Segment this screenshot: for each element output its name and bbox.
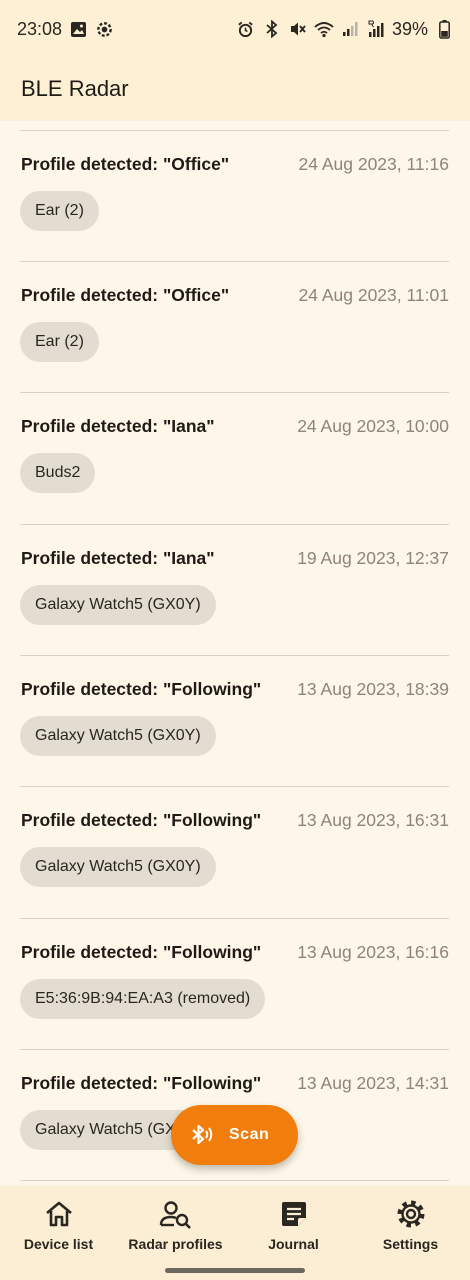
settings-sync-icon bbox=[94, 19, 114, 39]
device-chip[interactable]: Buds2 bbox=[20, 453, 96, 493]
nav-label: Journal bbox=[268, 1236, 319, 1252]
entry-date: 13 Aug 2023, 16:31 bbox=[297, 810, 449, 830]
signal-icon bbox=[340, 19, 360, 39]
battery-percent: 39% bbox=[391, 18, 428, 39]
gesture-bar[interactable] bbox=[165, 1268, 305, 1273]
entry-date: 24 Aug 2023, 11:16 bbox=[298, 154, 449, 174]
journal-list[interactable]: Profile detected: "Office" 24 Aug 2023, … bbox=[0, 120, 470, 1186]
entry-title: Profile detected: "Following" bbox=[21, 679, 262, 699]
mute-icon bbox=[288, 19, 308, 39]
status-left: 23:08 bbox=[17, 19, 114, 40]
bluetooth-icon bbox=[262, 19, 282, 39]
journal-entry[interactable]: Profile detected: "Following" 13 Aug 202… bbox=[20, 918, 449, 1049]
nav-label: Device list bbox=[23, 1236, 94, 1252]
home-icon bbox=[43, 1196, 75, 1232]
device-chip[interactable]: Ear (2) bbox=[20, 191, 99, 231]
entry-title: Profile detected: "Office" bbox=[21, 154, 230, 174]
image-icon bbox=[68, 19, 88, 39]
nav-radar-profiles[interactable]: Radar profiles bbox=[117, 1196, 234, 1258]
app-bar: BLE Radar bbox=[0, 58, 470, 120]
entry-date: 13 Aug 2023, 14:31 bbox=[297, 1073, 449, 1093]
journal-entry[interactable]: Profile detected: "Following" 13 Aug 202… bbox=[20, 786, 449, 917]
nav-label: Settings bbox=[382, 1236, 439, 1252]
status-right: 39% bbox=[236, 19, 454, 40]
notes-icon bbox=[278, 1196, 310, 1232]
gear-icon bbox=[394, 1196, 428, 1232]
nav-label: Radar profiles bbox=[128, 1236, 223, 1252]
entry-date: 24 Aug 2023, 11:01 bbox=[298, 285, 449, 305]
bluetooth-searching-icon bbox=[189, 1122, 215, 1148]
entry-title: Profile detected: "Following" bbox=[21, 1073, 262, 1093]
battery-icon bbox=[434, 19, 454, 39]
entry-title: Profile detected: "Office" bbox=[21, 285, 230, 305]
nav-device-list[interactable]: Device list bbox=[0, 1196, 117, 1258]
journal-entry[interactable]: Profile detected: "Following" 13 Aug 202… bbox=[20, 655, 449, 786]
status-bar: 23:08 39% bbox=[0, 0, 470, 58]
device-chip[interactable]: Galaxy Watch5 (GX0Y) bbox=[20, 847, 216, 887]
entry-date: 13 Aug 2023, 18:39 bbox=[297, 679, 449, 699]
wifi-icon bbox=[314, 19, 334, 39]
nav-settings[interactable]: Settings bbox=[352, 1196, 469, 1258]
journal-entry[interactable]: Profile detected: "Office" 24 Aug 2023, … bbox=[20, 130, 449, 261]
journal-entry[interactable]: Profile detected: "Iana" 24 Aug 2023, 10… bbox=[20, 392, 449, 523]
entry-date: 24 Aug 2023, 10:00 bbox=[297, 416, 449, 436]
entry-title: Profile detected: "Iana" bbox=[21, 548, 215, 568]
bottom-nav: Device list Radar profiles Journal Setti… bbox=[0, 1186, 470, 1280]
device-chip[interactable]: Ear (2) bbox=[20, 322, 99, 362]
person-search-icon bbox=[159, 1196, 193, 1232]
journal-entry[interactable]: Profile detected: "Office" 24 Aug 2023, … bbox=[20, 261, 449, 392]
device-chip[interactable]: E5:36:9B:94:EA:A3 (removed) bbox=[20, 979, 266, 1019]
entry-title: Profile detected: "Following" bbox=[21, 942, 262, 962]
entry-title: Profile detected: "Iana" bbox=[21, 416, 215, 436]
entry-date: 19 Aug 2023, 12:37 bbox=[297, 548, 449, 568]
app-title: BLE Radar bbox=[21, 76, 129, 101]
status-time: 23:08 bbox=[17, 18, 63, 39]
device-chip[interactable]: Galaxy Watch5 (GX0Y) bbox=[20, 585, 216, 625]
entry-date: 13 Aug 2023, 16:16 bbox=[297, 942, 449, 962]
entry-title: Profile detected: "Following" bbox=[21, 810, 262, 830]
journal-entry[interactable]: Profile detected: "Iana" 19 Aug 2023, 12… bbox=[20, 524, 449, 655]
device-chip[interactable]: Galaxy Watch5 (GX0Y) bbox=[20, 716, 216, 756]
signal-roaming-icon bbox=[366, 19, 386, 39]
alarm-icon bbox=[236, 19, 256, 39]
scan-button[interactable]: Scan bbox=[171, 1105, 298, 1165]
scan-label: Scan bbox=[229, 1126, 270, 1143]
nav-journal[interactable]: Journal bbox=[235, 1196, 352, 1258]
